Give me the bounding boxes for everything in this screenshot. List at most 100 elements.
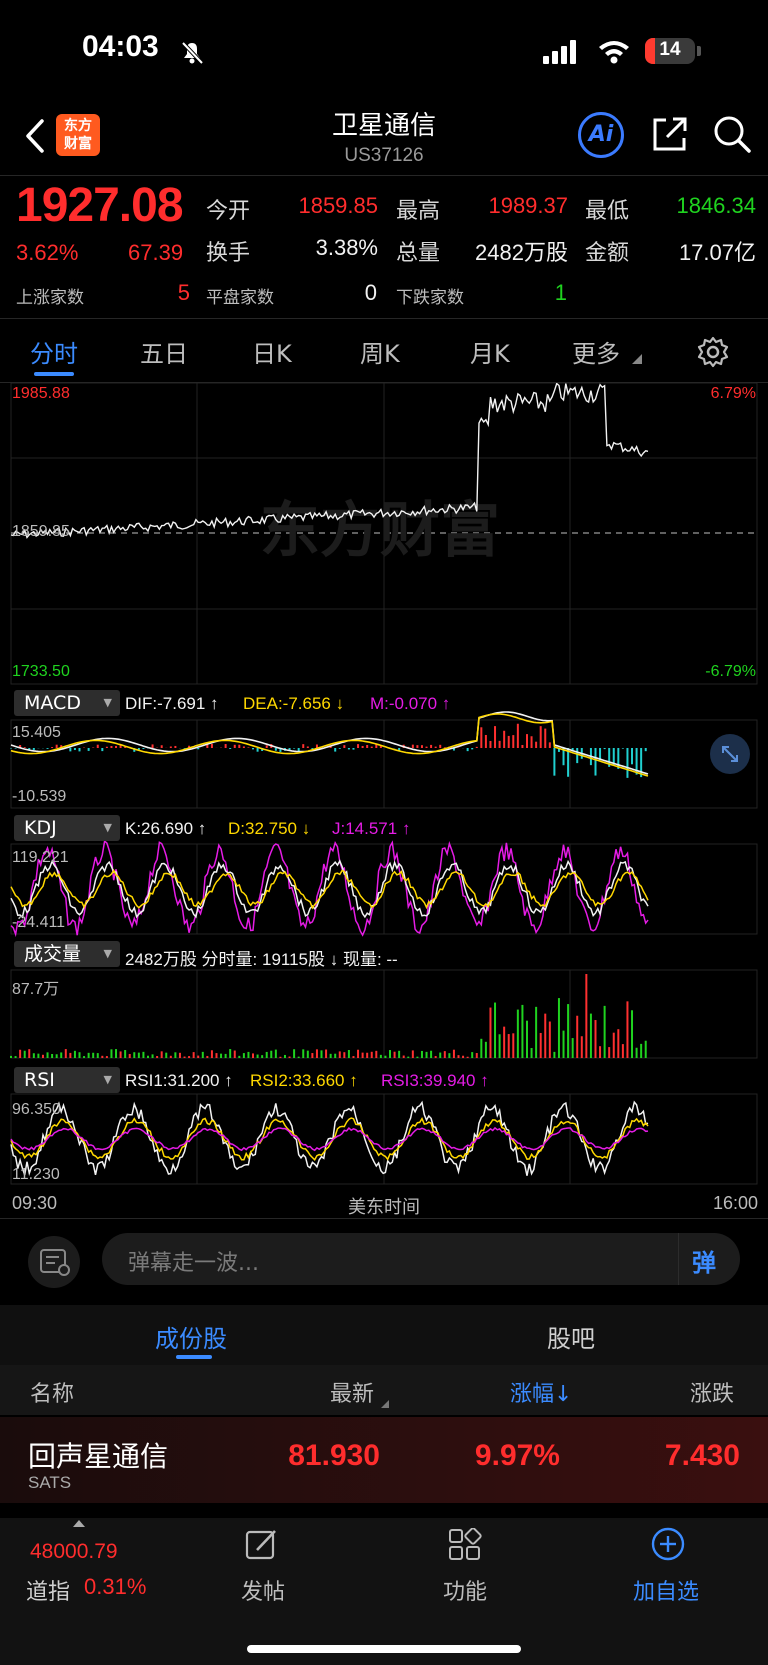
fullscreen-button[interactable] [710, 734, 750, 774]
index-pct[interactable]: 0.31% [84, 1574, 146, 1600]
tab-week-k[interactable]: 周K [360, 334, 400, 369]
tab-month-k[interactable]: 月K [470, 334, 510, 369]
row-pct: 9.97% [474, 1439, 560, 1472]
ai-button[interactable]: Ai [578, 112, 624, 158]
open-label: 今开 [206, 199, 251, 224]
compose-icon[interactable] [245, 1528, 279, 1562]
status-time: 04:03 [82, 30, 159, 63]
amount-label: 金额 [585, 241, 630, 266]
macd-indicator-select[interactable]: MACD ▼ [14, 690, 120, 716]
section-tab-indicator [176, 1355, 212, 1359]
macd-m: M:-0.070 ↑ [370, 694, 451, 713]
current-price: 1927.08 [16, 179, 184, 232]
battery-level: 14 [659, 39, 681, 60]
danmaku-settings-button[interactable] [28, 1236, 80, 1288]
volume-value: 2482万股 [475, 240, 568, 265]
up-count: 5 [177, 280, 190, 305]
price-axis-bottom: 1733.50 [12, 663, 70, 680]
expand-up-icon[interactable] [72, 1518, 86, 1528]
search-icon[interactable] [711, 113, 753, 155]
expand-icon [722, 746, 738, 762]
section-tabs: 成份股 股吧 [0, 1305, 768, 1365]
row-code: SATS [28, 1473, 72, 1492]
tab-day-k[interactable]: 日K [252, 334, 292, 369]
volume-indicator-select[interactable]: 成交量 ▼ [14, 941, 120, 967]
settings-gear-icon[interactable] [697, 336, 729, 368]
low-label: 最低 [585, 199, 630, 224]
col-latest[interactable]: 最新 [330, 1376, 374, 1408]
tab-five-day[interactable]: 五日 [140, 334, 188, 369]
down-count-label: 下跌家数 [396, 288, 464, 308]
indicator-name: RSI [24, 1069, 55, 1091]
turnover-label: 换手 [206, 241, 251, 266]
macd-axis-top: 15.405 [12, 724, 61, 741]
flat-count-label: 平盘家数 [206, 288, 274, 308]
table-row[interactable]: 回声星通信 SATS 81.930 9.97% 7.430 [0, 1417, 768, 1503]
dropdown-caret-icon [632, 354, 642, 364]
change-percent: 3.62% [16, 240, 79, 265]
tab-intraday[interactable]: 分时 [30, 334, 78, 369]
mute-bell-icon [181, 41, 204, 65]
kdj-indicator-select[interactable]: KDJ ▼ [14, 815, 120, 841]
tab-constituents[interactable]: 成份股 [155, 1319, 227, 1354]
time-axis-end: 16:00 [712, 1193, 758, 1213]
macd-dea-line [10, 713, 649, 777]
function-button[interactable]: 功能 [443, 1574, 487, 1606]
sort-caret-icon [381, 1400, 389, 1408]
volume-label: 总量 [396, 241, 441, 266]
divider [0, 1218, 768, 1219]
tab-forum[interactable]: 股吧 [547, 1319, 595, 1354]
price-axis-mid: 1859.85 [12, 523, 70, 540]
low-value: 1846.34 [676, 193, 756, 218]
divider [0, 318, 768, 319]
bottom-toolbar: 48000.79 道指 0.31% 发帖 功能 加自选 [0, 1518, 768, 1665]
index-name[interactable]: 道指 [26, 1574, 70, 1606]
indicator-name: KDJ [24, 817, 57, 839]
wifi-icon [599, 41, 629, 64]
down-count: 1 [554, 280, 567, 305]
share-icon[interactable] [650, 114, 690, 154]
volume-info: 2482万股 分时量: 19115股 ↓ 现量: -- [125, 950, 398, 969]
table-header: 名称 最新 涨幅↓ 涨跌 [0, 1365, 768, 1415]
signal-icon [543, 40, 576, 64]
time-axis-label: 美东时间 [348, 1197, 420, 1218]
kdj-k: K:26.690 ↑ [125, 819, 207, 838]
add-watchlist-button[interactable]: 加自选 [633, 1574, 699, 1606]
high-label: 最高 [396, 199, 441, 224]
danmaku-input[interactable]: 弹幕走一波... 弹 [102, 1233, 740, 1285]
change-value: 67.39 [128, 240, 184, 265]
tab-more[interactable]: 更多 [572, 334, 620, 369]
col-name: 名称 [30, 1382, 75, 1407]
index-value[interactable]: 48000.79 [30, 1540, 118, 1564]
post-button[interactable]: 发帖 [241, 1574, 285, 1606]
row-change: 7.430 [664, 1439, 740, 1472]
kdj-j: J:14.571 ↑ [332, 819, 411, 838]
kdj-axis-bottom: -24.411 [12, 914, 66, 931]
row-name: 回声星通信 [28, 1440, 169, 1473]
danmaku-settings-icon [40, 1249, 70, 1276]
rsi-1: RSI1:31.200 ↑ [125, 1071, 233, 1090]
rsi-2: RSI2:33.660 ↑ [250, 1071, 358, 1090]
col-change-pct[interactable]: 涨幅↓ [510, 1376, 572, 1408]
rsi-axis-bottom: 11.230 [12, 1166, 60, 1183]
danmaku-send-button[interactable]: 弹 [692, 1243, 716, 1278]
rsi-3: RSI3:39.940 ↑ [381, 1071, 489, 1090]
status-bar: 04:03 14 [0, 0, 768, 100]
rsi-axis-top: 96.350 [12, 1101, 61, 1118]
amount-value: 17.07亿 [678, 240, 756, 265]
divider [0, 175, 768, 176]
col-change[interactable]: 涨跌 [690, 1376, 734, 1408]
high-value: 1989.37 [488, 193, 568, 218]
macd-axis-bottom: -10.539 [12, 788, 67, 805]
indicator-name: 成交量 [24, 943, 82, 965]
function-grid-icon[interactable] [448, 1528, 482, 1562]
indicator-name: MACD [24, 692, 81, 714]
flat-count: 0 [364, 280, 377, 305]
macd-dea: DEA:-7.656 ↓ [243, 694, 345, 713]
danmaku-placeholder: 弹幕走一波... [128, 1251, 259, 1276]
rsi-indicator-select[interactable]: RSI ▼ [14, 1067, 120, 1093]
add-watchlist-icon[interactable] [650, 1526, 686, 1562]
kdj-d: D:32.750 ↓ [228, 819, 311, 838]
pct-axis-bottom: -6.79% [705, 663, 756, 680]
macd-dif: DIF:-7.691 ↑ [125, 694, 219, 713]
